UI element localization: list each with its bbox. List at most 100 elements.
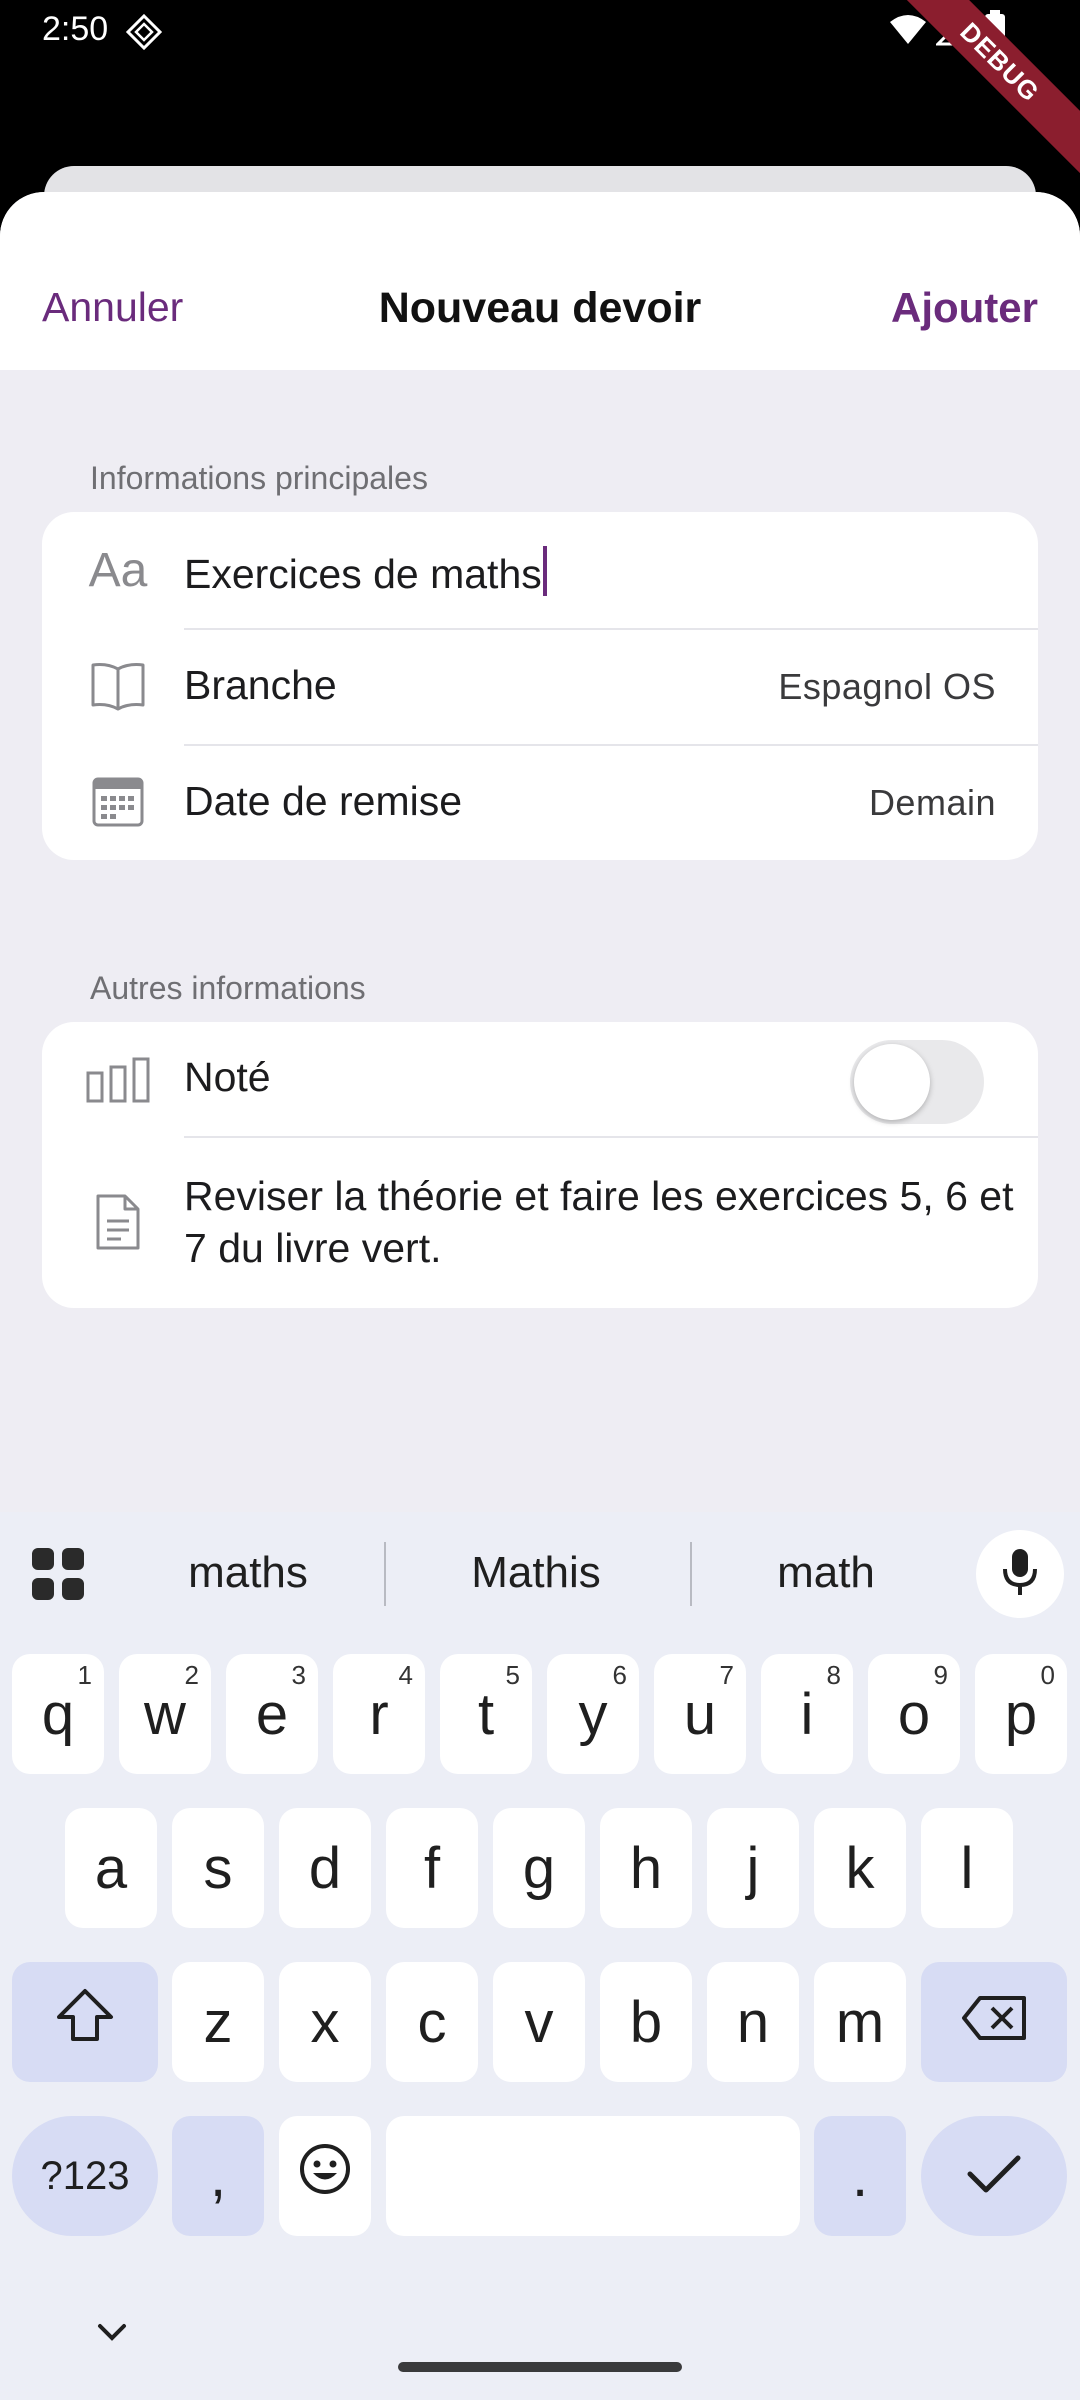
space-key[interactable] bbox=[386, 2116, 800, 2236]
key-label: k bbox=[845, 1835, 875, 1901]
book-icon bbox=[86, 654, 150, 718]
key-p[interactable]: p0 bbox=[975, 1654, 1067, 1774]
backspace-icon bbox=[960, 1989, 1028, 2056]
shift-icon bbox=[55, 1987, 115, 2057]
hide-keyboard-chevron-icon[interactable] bbox=[96, 2322, 128, 2347]
backspace-key[interactable] bbox=[921, 1962, 1067, 2082]
text-cursor bbox=[542, 546, 547, 596]
key-g[interactable]: g bbox=[493, 1808, 585, 1928]
suggestion-1[interactable]: maths bbox=[148, 1548, 348, 1598]
key-hint: 2 bbox=[184, 1660, 199, 1690]
key-z[interactable]: z bbox=[172, 1962, 264, 2082]
key-label: t bbox=[477, 1681, 495, 1747]
navigation-bar: Annuler Nouveau devoir Ajouter bbox=[0, 192, 1080, 370]
key-hint: 0 bbox=[1040, 1660, 1055, 1690]
key-hint: 9 bbox=[933, 1660, 948, 1690]
key-hint: 5 bbox=[505, 1660, 520, 1690]
key-x[interactable]: x bbox=[279, 1962, 371, 2082]
bar-chart-icon bbox=[86, 1048, 150, 1112]
subject-row[interactable]: Branche Espagnol OS bbox=[42, 628, 1038, 744]
emoji-key[interactable] bbox=[279, 2116, 371, 2236]
microphone-icon bbox=[1002, 1547, 1038, 1602]
title-input[interactable]: Exercices de maths bbox=[184, 546, 547, 598]
key-c[interactable]: c bbox=[386, 1962, 478, 2082]
key-label: n bbox=[736, 1989, 770, 2055]
due-date-row[interactable]: Date de remise Demain bbox=[42, 744, 1038, 860]
subject-value: Espagnol OS bbox=[778, 666, 996, 707]
key-label: c bbox=[417, 1989, 447, 2055]
other-info-card: Noté Reviser la théorie et faire les exe… bbox=[42, 1022, 1038, 1308]
suggestion-2[interactable]: Mathis bbox=[436, 1548, 636, 1598]
graded-row: Noté bbox=[42, 1022, 1038, 1136]
period-key[interactable]: . bbox=[814, 2116, 906, 2236]
microphone-button[interactable] bbox=[976, 1530, 1064, 1618]
divider bbox=[384, 1542, 386, 1606]
key-label: z bbox=[203, 1989, 233, 2055]
key-label: f bbox=[423, 1835, 441, 1901]
subject-label: Branche bbox=[184, 662, 337, 708]
app-notification-icon bbox=[125, 13, 163, 55]
apps-grid-icon[interactable] bbox=[30, 1546, 86, 1607]
key-hint: 3 bbox=[291, 1660, 306, 1690]
key-r[interactable]: r4 bbox=[333, 1654, 425, 1774]
title-row[interactable]: Aa Exercices de maths bbox=[42, 512, 1038, 628]
key-h[interactable]: h bbox=[600, 1808, 692, 1928]
key-q[interactable]: q1 bbox=[12, 1654, 104, 1774]
checkmark-icon bbox=[966, 2143, 1022, 2210]
key-label: l bbox=[960, 1835, 974, 1901]
key-label: r bbox=[369, 1681, 389, 1747]
key-label: m bbox=[835, 1989, 885, 2055]
key-a[interactable]: a bbox=[65, 1808, 157, 1928]
key-label: e bbox=[255, 1681, 289, 1747]
key-l[interactable]: l bbox=[921, 1808, 1013, 1928]
shift-key[interactable] bbox=[12, 1962, 158, 2082]
add-button[interactable]: Ajouter bbox=[891, 284, 1038, 332]
key-label: s bbox=[203, 1835, 233, 1901]
key-d[interactable]: d bbox=[279, 1808, 371, 1928]
key-label: x bbox=[310, 1989, 340, 2055]
due-date-label: Date de remise bbox=[184, 778, 463, 824]
key-e[interactable]: e3 bbox=[226, 1654, 318, 1774]
graded-toggle[interactable] bbox=[850, 1040, 984, 1124]
done-key[interactable] bbox=[921, 2116, 1067, 2236]
key-t[interactable]: t5 bbox=[440, 1654, 532, 1774]
text-format-icon: Aa bbox=[88, 543, 148, 597]
home-indicator[interactable] bbox=[398, 2362, 682, 2372]
key-label: v bbox=[524, 1989, 554, 2055]
other-info-section-label: Autres informations bbox=[90, 970, 366, 1006]
due-date-value: Demain bbox=[868, 782, 996, 823]
key-w[interactable]: w2 bbox=[119, 1654, 211, 1774]
key-label: d bbox=[308, 1835, 342, 1901]
description-row[interactable]: Reviser la théorie et faire les exercice… bbox=[42, 1136, 1038, 1308]
key-m[interactable]: m bbox=[814, 1962, 906, 2082]
key-hint: 8 bbox=[826, 1660, 841, 1690]
key-s[interactable]: s bbox=[172, 1808, 264, 1928]
key-label: p bbox=[1004, 1681, 1038, 1747]
key-label: b bbox=[629, 1989, 663, 2055]
symbols-key[interactable]: ?123 bbox=[12, 2116, 158, 2236]
key-y[interactable]: y6 bbox=[547, 1654, 639, 1774]
key-label: y bbox=[578, 1681, 608, 1747]
key-v[interactable]: v bbox=[493, 1962, 585, 2082]
main-info-section-label: Informations principales bbox=[90, 460, 428, 496]
key-hint: 6 bbox=[612, 1660, 627, 1690]
key-i[interactable]: i8 bbox=[761, 1654, 853, 1774]
key-u[interactable]: u7 bbox=[654, 1654, 746, 1774]
suggestion-3[interactable]: math bbox=[726, 1548, 926, 1598]
key-k[interactable]: k bbox=[814, 1808, 906, 1928]
key-label: a bbox=[94, 1835, 128, 1901]
key-label: h bbox=[629, 1835, 663, 1901]
key-n[interactable]: n bbox=[707, 1962, 799, 2082]
wifi-icon bbox=[888, 14, 928, 51]
divider bbox=[690, 1542, 692, 1606]
key-b[interactable]: b bbox=[600, 1962, 692, 2082]
title-input-value: Exercices de maths bbox=[184, 551, 542, 597]
suggestion-bar: maths Mathis math bbox=[0, 1512, 1080, 1632]
description-input[interactable]: Reviser la théorie et faire les exercice… bbox=[184, 1170, 1014, 1274]
calendar-icon bbox=[86, 770, 150, 834]
key-j[interactable]: j bbox=[707, 1808, 799, 1928]
key-f[interactable]: f bbox=[386, 1808, 478, 1928]
comma-key[interactable]: , bbox=[172, 2116, 264, 2236]
key-o[interactable]: o9 bbox=[868, 1654, 960, 1774]
key-label: q bbox=[41, 1681, 75, 1747]
